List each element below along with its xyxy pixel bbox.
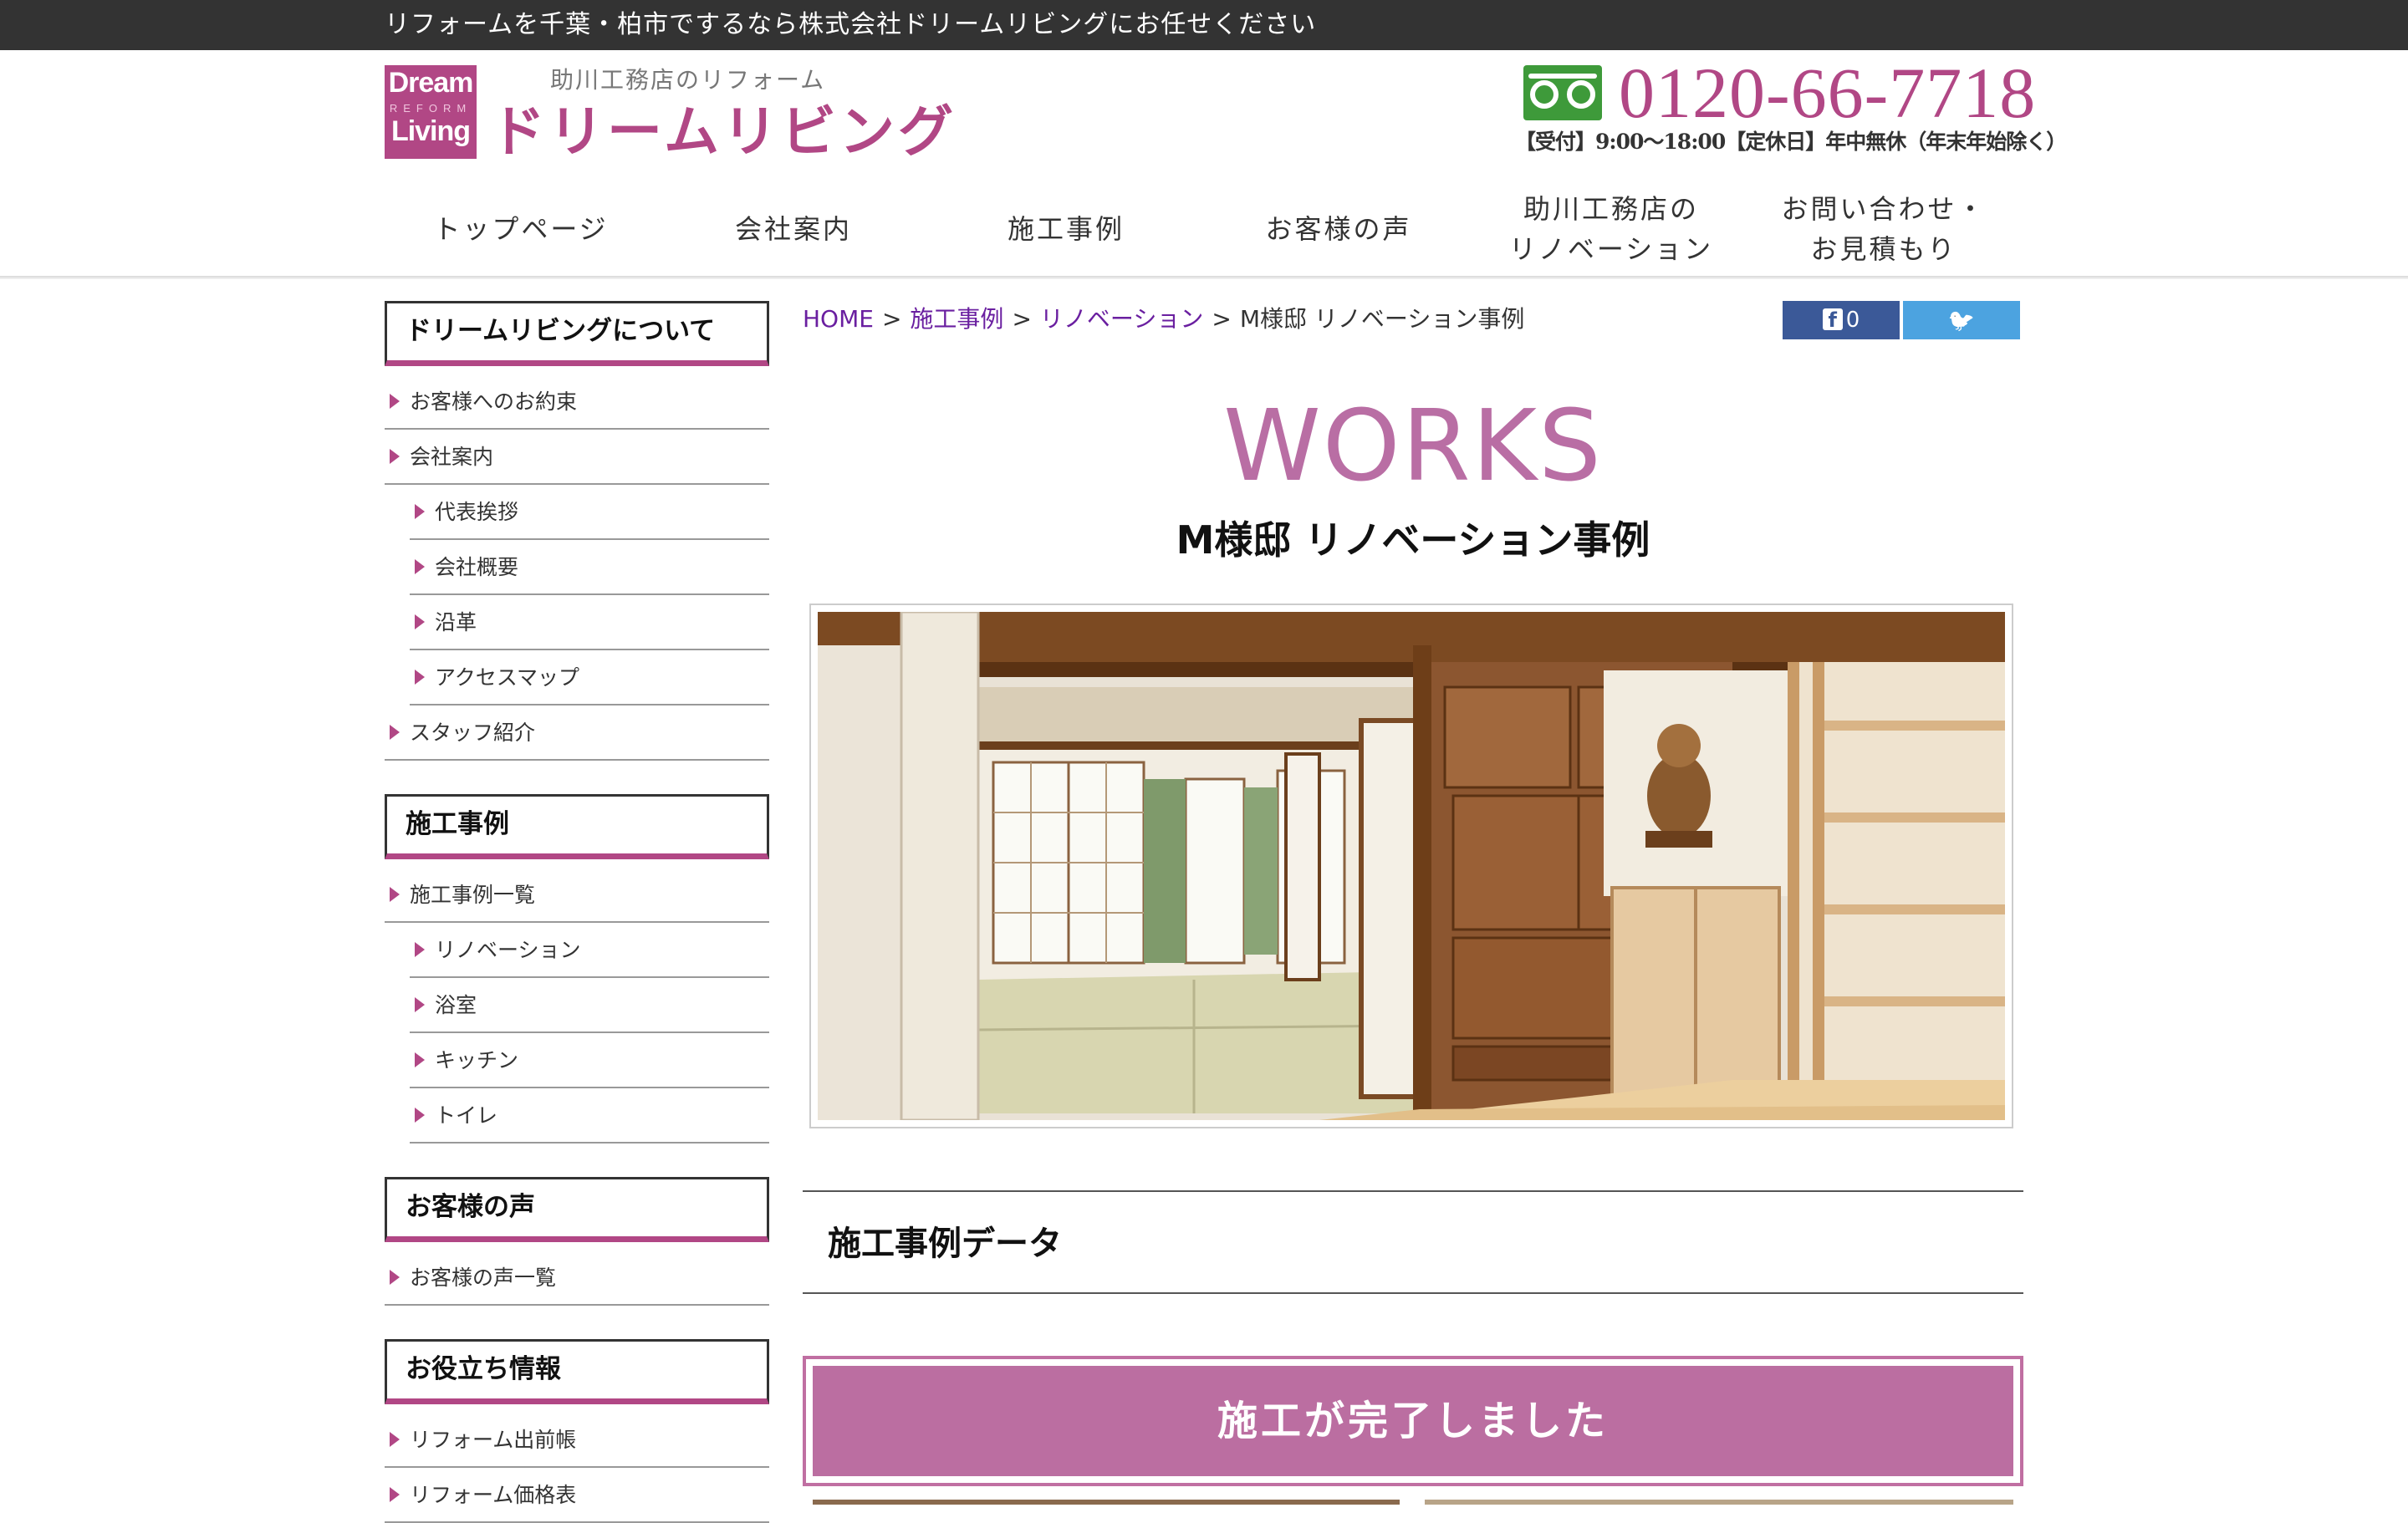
- triangle-bullet-icon: [390, 1487, 400, 1502]
- triangle-bullet-icon: [390, 449, 400, 464]
- sidebar-item-label: 浴室: [435, 993, 477, 1017]
- nav-item-renovation[interactable]: 助川工務店の リノベーション: [1475, 182, 1747, 276]
- top-announcement-bar: リフォームを千葉・柏市でするなら株式会社ドリームリビングにお任せください: [0, 0, 2408, 50]
- sidebar-item-label: キッチン: [435, 1048, 519, 1072]
- sidebar-item-label: リフォーム出前帳: [410, 1428, 577, 1452]
- works-data-heading: 施工事例データ: [828, 1225, 1062, 1263]
- sidebar-item-label: 代表挨拶: [435, 500, 519, 524]
- sidebar-item-kitchen[interactable]: キッチン: [410, 1033, 769, 1088]
- sidebar-heading-voice: お客様の声: [385, 1177, 769, 1242]
- triangle-bullet-icon: [415, 1052, 425, 1067]
- twitter-share-button[interactable]: 🐦: [1903, 301, 2020, 339]
- photo-thumbnails: [813, 1500, 2013, 1505]
- triangle-bullet-icon: [390, 1432, 400, 1447]
- completion-banner-text: 施工が完了しました: [813, 1366, 2013, 1476]
- logo-brand-name[interactable]: ドリームリビング: [490, 99, 957, 166]
- sidebar-item-overview[interactable]: 会社概要: [410, 540, 769, 595]
- sidebar-item-voice-list[interactable]: お客様の声一覧: [385, 1250, 769, 1306]
- sidebar-item-label: 沿革: [435, 610, 477, 634]
- logo-living-text: Living: [390, 115, 471, 147]
- triangle-bullet-icon: [390, 887, 400, 902]
- logo-mark[interactable]: Dream REFORM Living: [385, 65, 477, 159]
- twitter-bird-icon: 🐦: [1947, 308, 1976, 334]
- sidebar-item-history[interactable]: 沿革: [410, 595, 769, 650]
- sidebar-item-label: お客様へのお約束: [410, 390, 578, 414]
- works-heading: WORKS: [1223, 388, 1603, 503]
- triangle-bullet-icon: [415, 504, 425, 519]
- sidebar-item-renovation[interactable]: リノベーション: [410, 923, 769, 978]
- phone-number[interactable]: 0120-66-7718: [1619, 48, 2036, 137]
- breadcrumb-works-link[interactable]: 施工事例: [910, 305, 1003, 333]
- triangle-bullet-icon: [415, 1108, 425, 1123]
- sidebar-item-promise[interactable]: お客様へのお約束: [385, 374, 769, 430]
- breadcrumb-current: M様邸 リノベーション事例: [1239, 305, 1525, 333]
- triangle-bullet-icon: [415, 670, 425, 685]
- breadcrumb-separator: >: [1012, 305, 1032, 333]
- renovated-room-photo[interactable]: [818, 612, 2005, 1120]
- global-nav: トップページ 会社案内 施工事例 お客様の声 助川工務店の リノベーション お問…: [385, 182, 2023, 276]
- nav-item-company[interactable]: 会社案内: [657, 182, 930, 276]
- free-dial-icon: [1523, 65, 1602, 120]
- thumbnail-1[interactable]: [813, 1500, 1400, 1505]
- sidebar-item-reform-demaecho[interactable]: リフォーム出前帳: [385, 1413, 769, 1468]
- data-section-top-rule: [803, 1190, 2023, 1192]
- sidebar-heading-about: ドリームリビングについて: [385, 301, 769, 366]
- announcement-text: リフォームを千葉・柏市でするなら株式会社ドリームリビングにお任せください: [385, 10, 1317, 39]
- triangle-bullet-icon: [415, 997, 425, 1012]
- free-dial-ring-right: [1567, 80, 1595, 109]
- sidebar-item-label: 施工事例一覧: [410, 883, 536, 907]
- breadcrumb-separator: >: [1212, 305, 1232, 333]
- triangle-bullet-icon: [390, 394, 400, 409]
- room-illustration: [818, 612, 2005, 1120]
- main-photo-frame: [809, 604, 2013, 1128]
- business-hours: 【受付】9:00〜18:00【定休日】年中無休（年末年始除く）: [1515, 130, 2067, 154]
- free-dial-ring-left: [1530, 80, 1559, 109]
- sidebar-item-label: お客様の声一覧: [410, 1266, 557, 1290]
- free-dial-bar: [1528, 74, 1597, 79]
- sidebar-item-bathroom[interactable]: 浴室: [410, 978, 769, 1033]
- nav-item-top[interactable]: トップページ: [385, 182, 657, 276]
- sidebar-heading-works: 施工事例: [385, 794, 769, 859]
- completion-banner: 施工が完了しました: [803, 1356, 2023, 1486]
- facebook-icon: f: [1822, 308, 1843, 332]
- sidebar-item-toilet[interactable]: トイレ: [410, 1088, 769, 1144]
- sidebar-item-label: 会社案内: [410, 445, 494, 469]
- sidebar-item-label: リノベーション: [435, 938, 581, 962]
- sidebar-heading-useful-info: お役立ち情報: [385, 1339, 769, 1404]
- thumbnail-2[interactable]: [1425, 1500, 2013, 1505]
- triangle-bullet-icon: [415, 614, 425, 629]
- sidebar-item-label: トイレ: [435, 1103, 498, 1128]
- triangle-bullet-icon: [390, 1270, 400, 1285]
- sidebar-item-greeting[interactable]: 代表挨拶: [410, 485, 769, 540]
- nav-item-contact[interactable]: お問い合わせ・ お見積もり: [1747, 182, 2020, 276]
- sidebar-item-label: 会社概要: [435, 555, 519, 579]
- triangle-bullet-icon: [415, 942, 425, 957]
- breadcrumb-separator: >: [881, 305, 902, 333]
- sidebar-item-label: リフォーム価格表: [410, 1483, 577, 1507]
- breadcrumb-home-link[interactable]: HOME: [803, 305, 874, 333]
- sidebar-item-staff[interactable]: スタッフ紹介: [385, 705, 769, 761]
- facebook-share-count: 0: [1845, 308, 1860, 333]
- data-section-bottom-rule: [803, 1292, 2023, 1294]
- breadcrumb-renovation-link[interactable]: リノベーション: [1040, 305, 1203, 333]
- sidebar-item-label: スタッフ紹介: [410, 721, 536, 745]
- sidebar-item-works-list[interactable]: 施工事例一覧: [385, 868, 769, 923]
- nav-divider: [0, 276, 2408, 279]
- sidebar-item-label: アクセスマップ: [435, 665, 580, 690]
- nav-item-voice[interactable]: お客様の声: [1202, 182, 1475, 276]
- logo-reform-text: REFORM: [389, 102, 472, 115]
- logo-subtitle: 助川工務店のリフォーム: [550, 66, 826, 94]
- logo-dream-text: Dream: [388, 67, 474, 99]
- sidebar-item-price-list[interactable]: リフォーム価格表: [385, 1468, 769, 1523]
- triangle-bullet-icon: [390, 725, 400, 740]
- facebook-share-button[interactable]: f0: [1783, 301, 1900, 339]
- sidebar-item-access-map[interactable]: アクセスマップ: [410, 650, 769, 705]
- breadcrumb: HOME > 施工事例 > リノベーション > M様邸 リノベーション事例: [803, 303, 1524, 336]
- triangle-bullet-icon: [415, 559, 425, 574]
- sidebar-item-company[interactable]: 会社案内: [385, 430, 769, 485]
- nav-item-works[interactable]: 施工事例: [930, 182, 1202, 276]
- works-subtitle: M様邸 リノベーション事例: [1176, 517, 1650, 563]
